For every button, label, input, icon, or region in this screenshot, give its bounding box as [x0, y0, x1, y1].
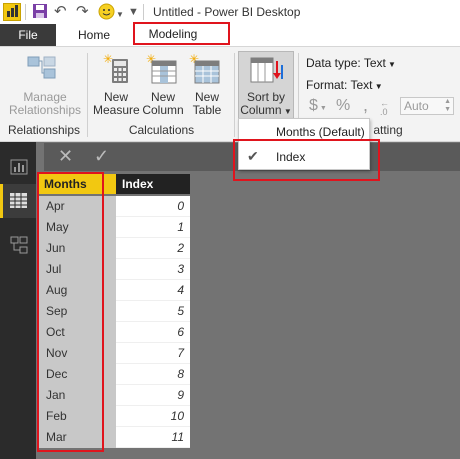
percent-button[interactable]: %: [336, 97, 350, 115]
table-cell-index[interactable]: 7: [116, 343, 190, 364]
button-label: Column: [142, 103, 184, 117]
sort-by-column-button[interactable]: Sort by Column ▼: [238, 51, 294, 119]
group-label-relationships: Relationships: [7, 123, 81, 137]
tab-file[interactable]: File: [0, 24, 56, 46]
bar-chart-icon: [10, 159, 28, 175]
new-measure-button[interactable]: New Measure: [93, 91, 140, 117]
decrease-decimal-icon[interactable]: ← .0: [380, 99, 389, 117]
divider: [143, 4, 144, 20]
table-cell-index[interactable]: 9: [116, 385, 190, 406]
table-cell-index[interactable]: 4: [116, 280, 190, 301]
new-column-button[interactable]: New Column: [140, 91, 186, 117]
new-column-icon: ✳: [146, 52, 178, 88]
button-label: Measure: [93, 103, 140, 117]
undo-icon[interactable]: ↶: [54, 3, 67, 21]
relationships-icon: [10, 236, 28, 254]
format-dropdown[interactable]: Format: Text ▼: [306, 78, 383, 92]
chevron-down-icon: ▼: [385, 60, 396, 69]
sort-button-label: Sort by Column ▼: [239, 91, 293, 118]
table-cell-index[interactable]: 8: [116, 364, 190, 385]
button-label: Table: [192, 103, 222, 117]
dropdown-arrow-icon: ▼: [281, 107, 292, 116]
divider: [25, 4, 26, 20]
decimal-value: Auto: [404, 99, 429, 113]
format-label: Format: Text: [306, 78, 373, 92]
data-type-label: Data type: Text: [306, 56, 386, 70]
ribbon: Manage Relationships Relationships ✳ New…: [0, 46, 460, 142]
left-nav: [0, 142, 36, 459]
comma-button[interactable]: ,: [363, 95, 368, 116]
relationships-view-button[interactable]: [0, 228, 36, 262]
report-view-button[interactable]: [0, 150, 36, 184]
tab-home[interactable]: Home: [66, 24, 122, 46]
group-label-formatting: atting: [373, 123, 403, 137]
table-cell-index[interactable]: 6: [116, 322, 190, 343]
save-icon[interactable]: [32, 3, 48, 24]
calculator-icon: ✳: [103, 52, 131, 88]
smiley-dropdown-icon[interactable]: ▼: [116, 6, 124, 24]
table-cell-index[interactable]: 10: [116, 406, 190, 427]
spinner-icon[interactable]: ▲ ▼: [444, 98, 451, 114]
sort-by-column-icon: [249, 55, 285, 90]
button-label: Relationships: [8, 103, 82, 117]
button-label: Column: [240, 103, 282, 117]
data-view-button[interactable]: [0, 184, 36, 218]
currency-button[interactable]: $ ▼: [309, 97, 327, 115]
currency-label: $: [309, 97, 318, 114]
commit-formula-icon[interactable]: ✓: [94, 146, 109, 167]
manage-relationships-button[interactable]: Manage Relationships: [5, 91, 85, 117]
manage-relationships-icon: [26, 55, 58, 84]
divider: [234, 53, 235, 137]
smiley-feedback-icon[interactable]: [98, 3, 115, 25]
ribbon-tabs: File Home Modeling: [0, 24, 460, 46]
window-title: Untitled - Power BI Desktop: [153, 5, 301, 19]
group-label-calculations: Calculations: [128, 123, 195, 137]
divider: [87, 53, 88, 137]
table-cell-index[interactable]: 2: [116, 238, 190, 259]
customize-toolbar-icon[interactable]: ▼: [128, 3, 139, 21]
index-item-highlight: [233, 139, 380, 181]
months-column-highlight: [37, 172, 104, 452]
title-bar: ↶ ↷ ▼ ▼ Untitled - Power BI Desktop: [0, 0, 460, 24]
new-table-icon: ✳: [189, 52, 221, 88]
table-cell-index[interactable]: 11: [116, 427, 190, 448]
decimal-places-input[interactable]: Auto ▲ ▼: [400, 97, 454, 115]
table-cell-index[interactable]: 3: [116, 259, 190, 280]
new-table-button[interactable]: New Table: [184, 91, 230, 117]
data-type-dropdown[interactable]: Data type: Text ▼: [306, 56, 396, 70]
table-cell-index[interactable]: 0: [116, 196, 190, 217]
table-cell-index[interactable]: 1: [116, 217, 190, 238]
redo-icon[interactable]: ↷: [76, 3, 89, 21]
svg-text:✳: ✳: [103, 53, 113, 66]
column-header-index[interactable]: Index: [116, 174, 190, 194]
chevron-down-icon: ▼: [372, 82, 383, 91]
chevron-down-icon: ▼: [317, 105, 327, 112]
power-bi-logo-icon: [3, 3, 21, 21]
modeling-tab-highlight: [133, 22, 230, 45]
cancel-formula-icon[interactable]: ✕: [58, 146, 73, 167]
table-cell-index[interactable]: 5: [116, 301, 190, 322]
table-grid-icon: [10, 193, 27, 208]
